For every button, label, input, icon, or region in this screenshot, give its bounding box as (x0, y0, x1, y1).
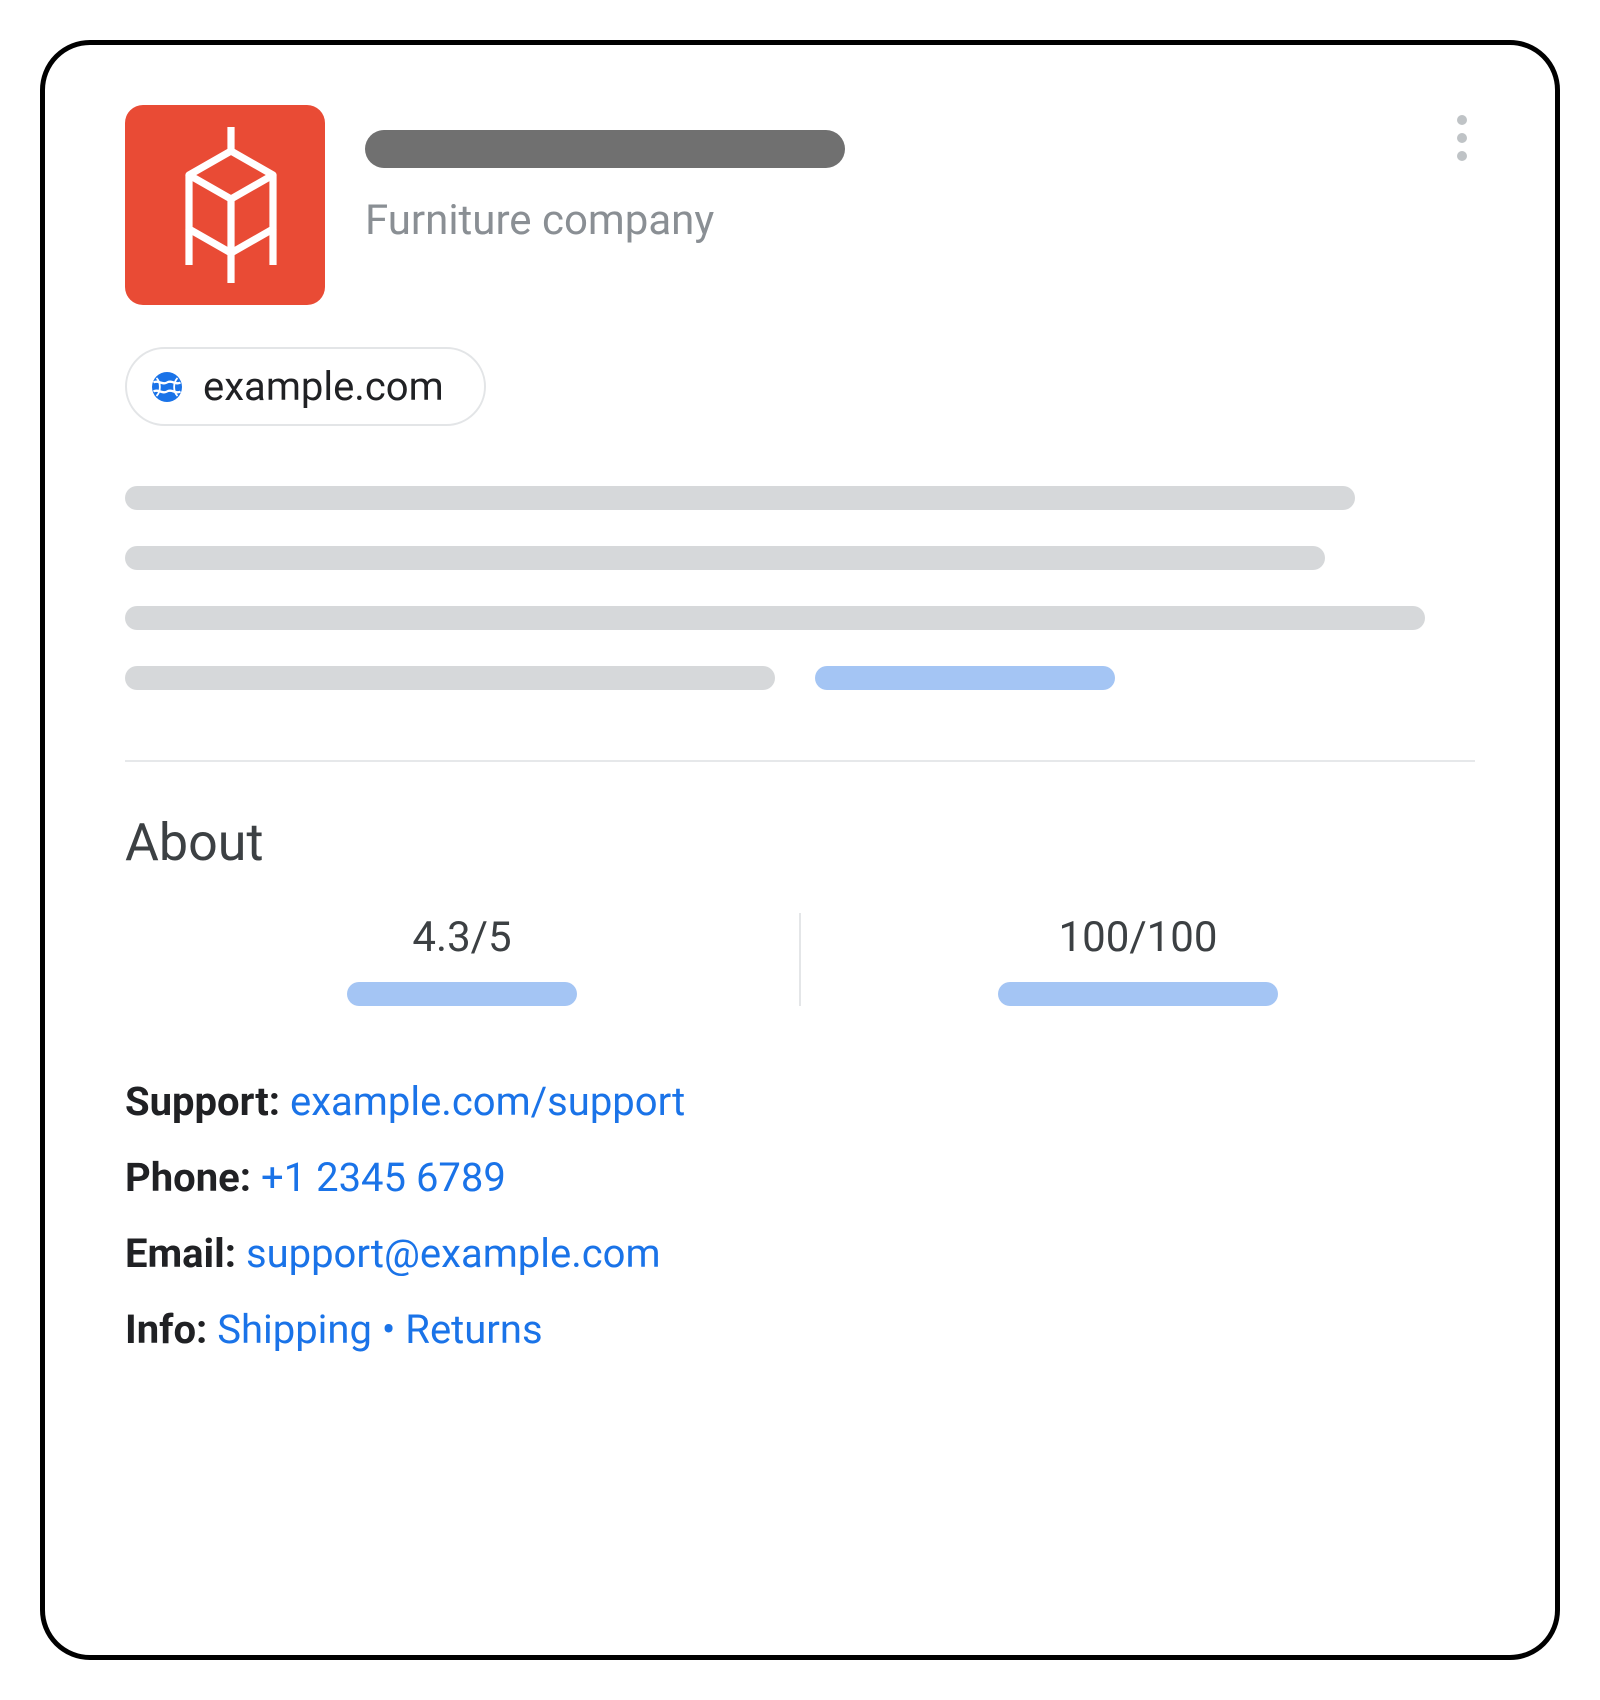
knowledge-panel-card: Furniture company example.com About 4 (40, 40, 1560, 1660)
support-label: Support: (125, 1078, 290, 1125)
phone-link[interactable]: +1 2345 6789 (261, 1154, 506, 1201)
about-heading: About (125, 812, 1475, 873)
email-link[interactable]: support@example.com (246, 1230, 661, 1277)
returns-link[interactable]: Returns (405, 1306, 542, 1353)
score-label-placeholder[interactable] (998, 982, 1278, 1006)
website-chip-label: example.com (203, 363, 444, 410)
info-row: Info: Shipping • Returns (125, 1294, 1475, 1366)
info-separator: • (372, 1306, 405, 1353)
rating-value: 4.3/5 (412, 913, 511, 962)
rating-metric: 4.3/5 (125, 913, 799, 1006)
score-metric: 100/100 (801, 913, 1475, 1006)
description-snippet (125, 486, 1475, 690)
overflow-dot-icon (1457, 115, 1467, 125)
header-text-block: Furniture company (365, 105, 845, 245)
info-label: Info: (125, 1306, 217, 1353)
globe-icon (149, 369, 185, 405)
snippet-line-placeholder (125, 486, 1355, 510)
support-link[interactable]: example.com/support (290, 1078, 685, 1125)
metrics-row: 4.3/5 100/100 (125, 913, 1475, 1006)
company-logo (125, 105, 325, 305)
section-divider (125, 760, 1475, 762)
snippet-line-placeholder (125, 666, 775, 690)
email-row: Email: support@example.com (125, 1218, 1475, 1290)
score-value: 100/100 (1059, 913, 1218, 962)
company-name-placeholder (365, 130, 845, 168)
rating-label-placeholder[interactable] (347, 982, 577, 1006)
contact-block: Support: example.com/support Phone: +1 2… (125, 1066, 1475, 1366)
chair-icon (165, 125, 285, 285)
support-row: Support: example.com/support (125, 1066, 1475, 1138)
email-label: Email: (125, 1230, 246, 1277)
snippet-link-placeholder[interactable] (815, 666, 1115, 690)
snippet-line-placeholder (125, 546, 1325, 570)
shipping-link[interactable]: Shipping (217, 1306, 372, 1353)
panel-header: Furniture company (125, 105, 1475, 305)
phone-label: Phone: (125, 1154, 261, 1201)
phone-row: Phone: +1 2345 6789 (125, 1142, 1475, 1214)
company-category: Furniture company (365, 196, 845, 245)
overflow-dot-icon (1457, 151, 1467, 161)
website-chip[interactable]: example.com (125, 347, 486, 426)
overflow-dot-icon (1457, 133, 1467, 143)
snippet-line-placeholder (125, 606, 1425, 630)
overflow-menu-button[interactable] (1449, 105, 1475, 171)
